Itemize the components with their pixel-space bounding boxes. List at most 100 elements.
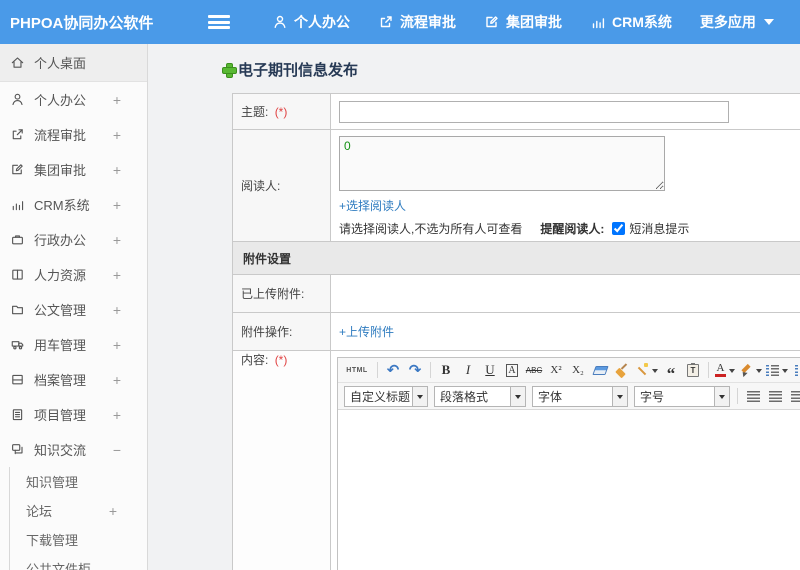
sidebar-item-project-mgmt[interactable]: 项目管理 + (0, 397, 147, 432)
readers-textarea[interactable]: 0 (339, 136, 665, 191)
nav-process-approval[interactable]: 流程审批 (378, 12, 456, 32)
caret-down-icon (763, 19, 774, 30)
sidebar-item-vehicle-mgmt[interactable]: 用车管理 + (0, 327, 147, 362)
briefcase-icon (10, 232, 25, 247)
bar-chart-icon (590, 14, 606, 30)
blockquote-button[interactable]: “ (661, 360, 681, 382)
ordered-list-icon (766, 364, 779, 376)
sidebar-item-hr[interactable]: 人力资源 + (0, 257, 147, 292)
uploaded-value-cell (330, 274, 800, 313)
nav-personal-office[interactable]: 个人办公 (272, 12, 350, 32)
edit-square-icon (484, 14, 500, 30)
caret-down-icon (714, 386, 729, 406)
caret-down-icon (412, 386, 427, 406)
sms-remind-checkbox[interactable] (612, 222, 626, 235)
bar-chart-icon (10, 197, 25, 212)
font-size-select[interactable]: 字号 (634, 385, 730, 407)
superscript-button[interactable]: X² (546, 360, 566, 380)
nav-more-apps[interactable]: 更多应用 (700, 12, 774, 32)
custom-title-select[interactable]: 自定义标题 (344, 385, 428, 407)
nav-crm-system[interactable]: CRM系统 (590, 12, 672, 32)
underline-button[interactable]: U (480, 360, 500, 380)
nav-label: 更多应用 (699, 14, 756, 30)
sidebar-item-document-mgmt[interactable]: 公文管理 + (0, 292, 147, 327)
strikethrough-button[interactable]: ABC (524, 360, 544, 380)
eraser-button[interactable] (590, 360, 610, 380)
align-right-icon (790, 390, 800, 402)
subject-input[interactable] (339, 100, 729, 123)
align-center-button[interactable] (765, 386, 785, 406)
source-code-button[interactable]: HTML (342, 360, 372, 380)
menu-toggle-icon[interactable] (208, 15, 230, 29)
sidebar-item-crm[interactable]: CRM系统 + (0, 187, 147, 222)
chats-icon (10, 442, 25, 457)
sidebar-subitem-download-mgmt[interactable]: 下载管理 (10, 525, 147, 554)
highlighter-icon (739, 363, 753, 377)
process-export-icon (378, 14, 394, 30)
nav-label: 个人办公 (294, 14, 350, 30)
unordered-list-icon (794, 364, 800, 376)
paste-plain-text-button[interactable]: T (683, 360, 703, 380)
nav-label: CRM系统 (612, 14, 672, 30)
unordered-list-button[interactable] (791, 360, 800, 380)
align-center-icon (768, 390, 782, 402)
required-mark: (*) (274, 353, 288, 367)
italic-button[interactable]: I (458, 360, 478, 380)
format-painter-button[interactable] (612, 360, 632, 380)
sidebar-subitem-forum[interactable]: 论坛 + (10, 496, 147, 525)
edit-square-icon (10, 162, 25, 177)
sidebar-item-group-approval[interactable]: 集团审批 + (0, 152, 147, 187)
highlight-pen-button[interactable] (738, 360, 763, 380)
caret-down-icon (756, 368, 762, 376)
subscript-button[interactable]: X₂ (568, 360, 588, 380)
app-window: PHPOA协同办公软件 个人办公 流程审批 集团审批 CRM系统 更多应用 个人… (0, 0, 800, 570)
upload-attachment-link[interactable]: +上传附件 (339, 325, 394, 339)
ordered-list-button[interactable] (765, 360, 789, 380)
publish-form: 主题: (*) 阅读人: 0 +选择阅读人 请选择阅读人,不选为所有人可查看 提… (232, 93, 800, 570)
sidebar-subitem-public-cabinet[interactable]: 公共文件柜 (10, 554, 147, 570)
uploaded-label-cell: 已上传附件: (232, 274, 331, 313)
attachment-section-header: 附件设置 (232, 241, 800, 275)
sidebar-sublist-knowledge: 知识管理 论坛 + 下载管理 公共文件柜 (9, 467, 147, 570)
editor-canvas[interactable] (338, 410, 800, 570)
sidebar-item-desktop[interactable]: 个人桌面 (0, 44, 147, 82)
editor-toolbar-row2: 自定义标题 段落格式 字体 字号 (338, 383, 800, 410)
align-left-button[interactable] (743, 386, 763, 406)
content-label-cell: 内容: (*) (232, 350, 331, 570)
sidebar-item-admin-office[interactable]: 行政办公 + (0, 222, 147, 257)
align-right-button[interactable] (787, 386, 800, 406)
rich-text-editor: HTML ↶ ↷ B I U A ABC X² X₂ “ T A 自定义标题 段… (337, 357, 800, 570)
color-bar-icon (715, 374, 726, 377)
person-icon (10, 92, 25, 107)
folder-icon (10, 302, 25, 317)
font-border-button[interactable]: A (502, 360, 522, 380)
font-family-select[interactable]: 字体 (532, 385, 628, 407)
sidebar-subitem-knowledge-mgmt[interactable]: 知识管理 (10, 467, 147, 496)
top-nav: 个人办公 流程审批 集团审批 CRM系统 更多应用 (258, 12, 788, 32)
redo-button[interactable]: ↷ (405, 360, 425, 380)
select-readers-link[interactable]: +选择阅读人 (339, 199, 406, 213)
sidebar-item-personal-office[interactable]: 个人办公 + (0, 82, 147, 117)
nav-label: 流程审批 (400, 14, 456, 30)
font-color-button[interactable]: A (714, 360, 736, 380)
clipboard-icon: T (687, 362, 699, 377)
required-mark: (*) (274, 105, 288, 119)
paragraph-format-select[interactable]: 段落格式 (434, 385, 526, 407)
auto-typeset-button[interactable] (634, 360, 659, 380)
sidebar-item-process-approval[interactable]: 流程审批 + (0, 117, 147, 152)
sidebar-item-knowledge-exchange[interactable]: 知识交流 − (0, 432, 147, 467)
page-title: 电子期刊信息发布 (238, 62, 359, 79)
remind-readers-label: 提醒阅读人: (540, 222, 605, 236)
caret-down-icon (729, 368, 735, 376)
sidebar-item-archive-mgmt[interactable]: 档案管理 + (0, 362, 147, 397)
undo-button[interactable]: ↶ (383, 360, 403, 380)
nav-group-approval[interactable]: 集团审批 (484, 12, 562, 32)
broom-icon (615, 363, 629, 377)
archive-icon (10, 372, 25, 387)
bold-button[interactable]: B (436, 360, 456, 380)
caret-down-icon (782, 368, 788, 376)
readers-hint: 请选择阅读人,不选为所有人可查看 (339, 222, 523, 236)
align-left-icon (746, 390, 760, 402)
caret-down-icon (612, 386, 627, 406)
app-logo: PHPOA协同办公软件 (10, 14, 154, 32)
